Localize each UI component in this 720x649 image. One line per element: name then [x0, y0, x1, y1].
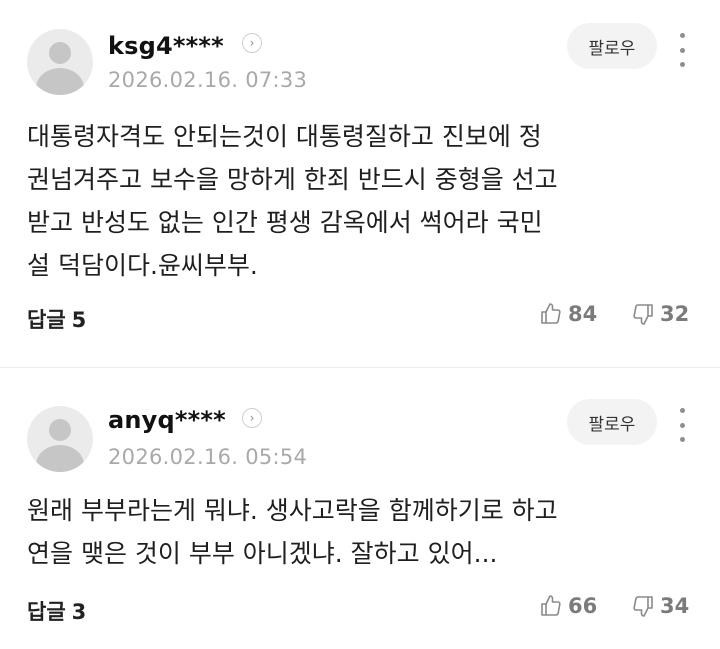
comment-text-line: 원래 부부라는게 뭐냐. 생사고락을 함께하기로 하고: [27, 496, 558, 525]
dislike-button[interactable]: 32: [631, 302, 689, 326]
reply-button[interactable]: 답글 5: [27, 304, 86, 334]
like-button[interactable]: 84: [539, 302, 597, 326]
avatar[interactable]: [27, 406, 93, 472]
comment-timestamp: 2026.02.16. 07:33: [108, 68, 308, 92]
avatar-head-shape: [49, 42, 71, 64]
reply-label: 답글: [27, 600, 66, 624]
more-vertical-icon[interactable]: [672, 33, 692, 67]
thumbs-down-icon: [633, 304, 653, 325]
comment-text: 대통령자격도 안되는것이 대통령질하고 진보에 정 권넘겨주고 보수을 망하게 …: [27, 115, 677, 287]
like-count: 84: [568, 302, 598, 326]
dislike-count: 32: [660, 302, 690, 326]
reply-count: 3: [71, 600, 87, 624]
reply-label: 답글: [27, 308, 66, 332]
avatar-head-shape: [49, 419, 71, 441]
reply-button[interactable]: 답글 3: [27, 596, 86, 626]
like-count: 66: [568, 594, 598, 618]
thumbs-up-icon: [541, 303, 561, 324]
avatar-body-shape: [36, 445, 84, 472]
username[interactable]: ksg4****: [108, 32, 224, 60]
reply-count: 5: [71, 308, 87, 332]
comment-text: 원래 부부라는게 뭐냐. 생사고락을 함께하기로 하고 연을 맺은 것이 부부 …: [27, 489, 677, 575]
chevron-right-icon[interactable]: ›: [242, 33, 262, 53]
comment-timestamp: 2026.02.16. 05:54: [108, 445, 308, 469]
chevron-right-icon[interactable]: ›: [242, 408, 262, 428]
follow-button[interactable]: 팔로우: [567, 23, 657, 69]
comment-text-line: 받고 반성도 없는 인간 평생 감옥에서 썩어라 국민: [27, 208, 543, 237]
thumbs-up-icon: [541, 595, 561, 616]
comment-item: anyq**** › 2026.02.16. 05:54 팔로우 원래 부부라는…: [0, 368, 720, 649]
comment-text-line: 권넘겨주고 보수을 망하게 한죄 반드시 중형을 선고: [27, 165, 558, 194]
dislike-count: 34: [660, 594, 690, 618]
comment-text-line: 연을 맺은 것이 부부 아니겠냐. 잘하고 있어...: [27, 539, 498, 568]
comment-text-line: 대통령자격도 안되는것이 대통령질하고 진보에 정: [27, 122, 542, 151]
comment-text-line: 설 덕담이다.윤씨부부.: [27, 251, 258, 280]
like-button[interactable]: 66: [539, 594, 597, 618]
follow-button[interactable]: 팔로우: [567, 399, 657, 445]
comment-item: ksg4**** › 2026.02.16. 07:33 팔로우 대통령자격도 …: [0, 0, 720, 368]
avatar[interactable]: [27, 29, 93, 95]
username[interactable]: anyq****: [108, 406, 226, 434]
avatar-body-shape: [36, 68, 84, 95]
more-vertical-icon[interactable]: [672, 408, 692, 442]
dislike-button[interactable]: 34: [631, 594, 689, 618]
thumbs-down-icon: [633, 596, 653, 617]
